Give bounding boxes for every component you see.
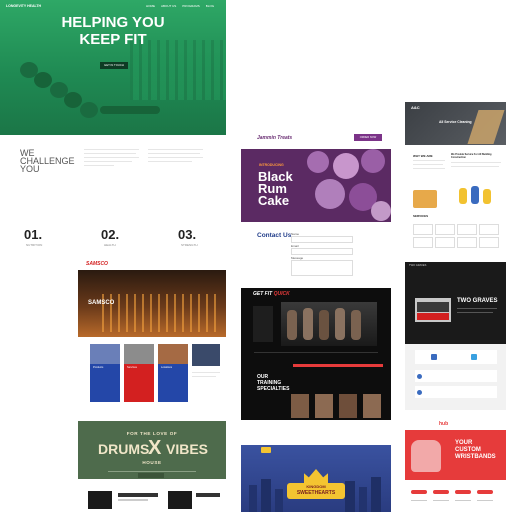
challenge-section: WE CHALLENGE YOU [0, 135, 226, 205]
card-label: Locations [161, 366, 173, 369]
drums-left-word: DRUMS [98, 441, 150, 457]
cake-logo[interactable]: Jammin Treats [257, 135, 292, 141]
graves-logo[interactable]: TWO GRAVES [409, 264, 426, 267]
step-number: 02. [101, 227, 120, 242]
why-heading: WHY WE ARE [413, 154, 433, 158]
message-field[interactable] [291, 260, 353, 276]
service-card[interactable]: Services [124, 344, 154, 402]
drums-site-preview[interactable]: FOR THE LOVE OF DRUMS X VIBES HOUSE [78, 421, 226, 512]
nav-item[interactable]: ABOUT US [161, 4, 176, 8]
step-number: 03. [178, 227, 197, 242]
top-logo[interactable] [261, 447, 271, 453]
getfit-logo-accent: QUICK [273, 291, 290, 297]
product-card[interactable]: Products [90, 344, 120, 402]
kingdom-name: KINGDOM [306, 484, 326, 489]
nav-item[interactable]: BLOG [206, 4, 214, 8]
social-row [415, 350, 497, 364]
contact-form-preview: Contact Us Name Email Message [241, 226, 391, 281]
email-field[interactable] [291, 248, 353, 255]
nav-item[interactable]: HOME [146, 4, 155, 8]
card-label: Services [127, 366, 137, 369]
wristband-line1: YOUR [455, 440, 473, 446]
kingdom-site-preview[interactable]: KINGDOM SWEETHEARTS [241, 445, 391, 512]
graves-title: TWO GRAVES [457, 298, 498, 304]
samsco-logo[interactable]: SAMSCO [86, 261, 108, 267]
samsco-hero-title: SAMSCO [88, 300, 115, 306]
step-label: HEALTH [104, 243, 116, 247]
product-strip [78, 479, 226, 512]
band-photo [415, 298, 451, 322]
twitter-icon[interactable] [471, 354, 477, 360]
hero-title-line2: KEEP FIT [79, 31, 147, 48]
getfit-site-preview[interactable]: GET FIT QUICK OUR TRAINING SPECIALTIES [241, 288, 391, 420]
cake-title-line3: Cake [258, 193, 290, 208]
wristband-logo[interactable]: hub [439, 421, 448, 427]
wristband-line2: CUSTOM [455, 447, 481, 453]
drums-right-word: VIBES [166, 441, 209, 457]
steps-section: 01. NUTRITION 02. HEALTH 03. STRENGTH [0, 222, 226, 252]
cta-button[interactable]: GET IN TOUCH [100, 62, 128, 69]
cake-kicker: INTRODUCING [259, 163, 284, 167]
samsco-site-preview[interactable]: SAMSCO SAMSCO Products Services Location… [78, 258, 226, 410]
fitness-site-preview[interactable]: LONGEVITY HEALTH HOME ABOUT US PROGRAMS … [0, 0, 226, 135]
section-title-line3: SPECIALTIES [257, 386, 290, 392]
nav-item[interactable]: PROGRAMS [182, 4, 200, 8]
order-button[interactable]: ORDER NOW [354, 134, 382, 141]
cake-image [305, 149, 391, 222]
hero-title-line1: HELPING YOU [61, 14, 165, 31]
getfit-logo[interactable]: GET FIT QUICK [253, 291, 290, 297]
step-label: STRENGTH [181, 243, 198, 247]
service-grid [413, 224, 501, 248]
cleaning-site-preview[interactable]: A&C All Service Cleaning WHY WE ARE We P… [405, 102, 506, 252]
product-row [411, 486, 503, 510]
wristband-line3: WRISTBANDS [455, 454, 496, 460]
site-logo[interactable]: LONGEVITY HEALTH [6, 4, 41, 8]
refinery-lights [102, 294, 222, 332]
name-field[interactable] [291, 236, 353, 243]
location-card[interactable]: Locations [158, 344, 188, 402]
challenge-line3: YOU [20, 164, 40, 174]
cleaning-title: All Service Cleaning [439, 120, 472, 124]
cleaning-logo[interactable]: A&C [411, 105, 420, 110]
facebook-icon[interactable] [431, 354, 437, 360]
twograves-site-preview[interactable]: TWO GRAVES TWO GRAVES [405, 262, 506, 410]
getfit-logo-main: GET FIT [253, 291, 273, 297]
step-label: NUTRITION [26, 243, 43, 247]
services-heading: SERVICES [413, 214, 429, 218]
drums-bottom-text: HOUSE [142, 460, 162, 465]
drums-top-text: FOR THE LOVE OF [126, 431, 178, 436]
getfit-side-panel [253, 306, 273, 342]
rum-cake-site-preview[interactable]: Jammin Treats ORDER NOW INTRODUCING Blac… [241, 129, 391, 222]
staff-photo [455, 186, 497, 206]
wristbands-site-preview[interactable]: hub YOUR CUSTOM WRISTBANDS [405, 420, 506, 512]
top-nav: HOME ABOUT US PROGRAMS BLOG [146, 4, 214, 8]
hand-image [411, 440, 441, 472]
kingdom-subtitle: SWEETHEARTS [296, 490, 336, 496]
provider-heading: We Provide Service For All Building Cons… [451, 153, 492, 159]
step-number: 01. [24, 227, 43, 242]
promo-image [192, 344, 220, 366]
trainer-photos [291, 394, 383, 418]
getfit-hero [281, 302, 377, 346]
contact-title: Contact Us [257, 232, 292, 239]
floor-lines [130, 40, 226, 100]
card-label: Products [93, 366, 104, 369]
drums-x: X [148, 437, 162, 459]
